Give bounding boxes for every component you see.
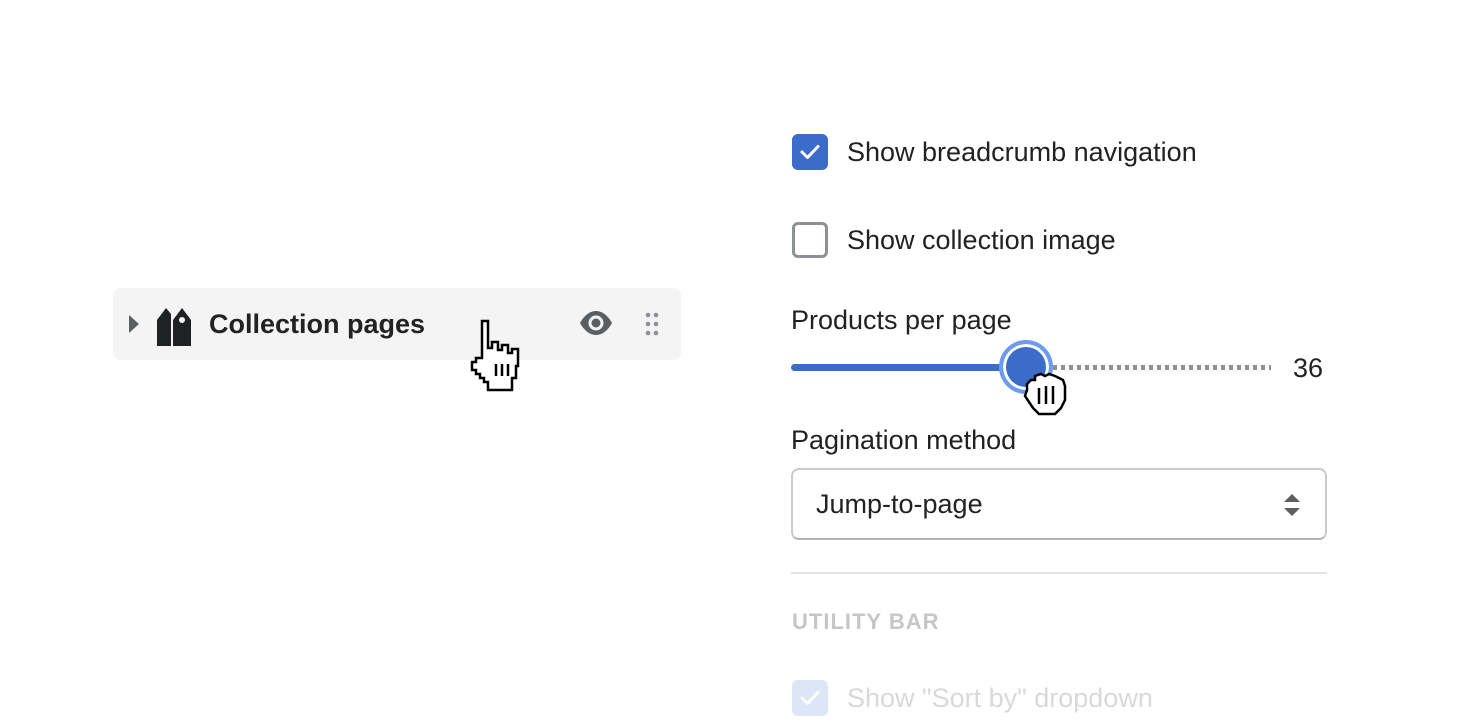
sort-by-checkbox-label: Show "Sort by" dropdown (847, 683, 1153, 713)
slider-track[interactable] (1053, 365, 1271, 370)
breadcrumb-checkbox[interactable] (792, 134, 828, 170)
collection-image-checkbox[interactable] (792, 222, 828, 258)
caret-right-icon[interactable] (127, 314, 141, 334)
products-per-page-value: 36 (1293, 353, 1324, 383)
eye-icon[interactable] (579, 310, 613, 336)
pointer-hand-icon (470, 319, 520, 392)
sort-by-checkbox[interactable] (792, 680, 828, 716)
section-divider (791, 572, 1327, 574)
breadcrumb-checkbox-row[interactable]: Show breadcrumb navigation (792, 134, 1197, 170)
products-per-page-label: Products per page (791, 305, 1012, 335)
grab-hand-icon (1023, 372, 1067, 416)
collection-image-checkbox-row[interactable]: Show collection image (792, 222, 1116, 258)
tag-icon (157, 308, 191, 346)
checkmark-icon (800, 145, 820, 159)
pagination-method-value: Jump-to-page (816, 489, 983, 519)
select-arrows-icon (1284, 494, 1300, 516)
collection-image-checkbox-label: Show collection image (847, 225, 1116, 255)
checkmark-icon (800, 691, 820, 705)
breadcrumb-checkbox-label: Show breadcrumb navigation (847, 137, 1197, 167)
section-row-label: Collection pages (209, 309, 426, 339)
section-row-collection-pages[interactable]: Collection pages (113, 288, 681, 360)
utility-bar-heading: UTILITY BAR (792, 609, 940, 634)
pagination-method-select[interactable]: Jump-to-page (791, 468, 1327, 540)
drag-handle-icon[interactable] (645, 312, 659, 336)
pagination-method-label: Pagination method (791, 425, 1017, 455)
slider-track-fill (791, 364, 1027, 371)
sort-by-checkbox-row[interactable]: Show "Sort by" dropdown (792, 680, 1153, 716)
